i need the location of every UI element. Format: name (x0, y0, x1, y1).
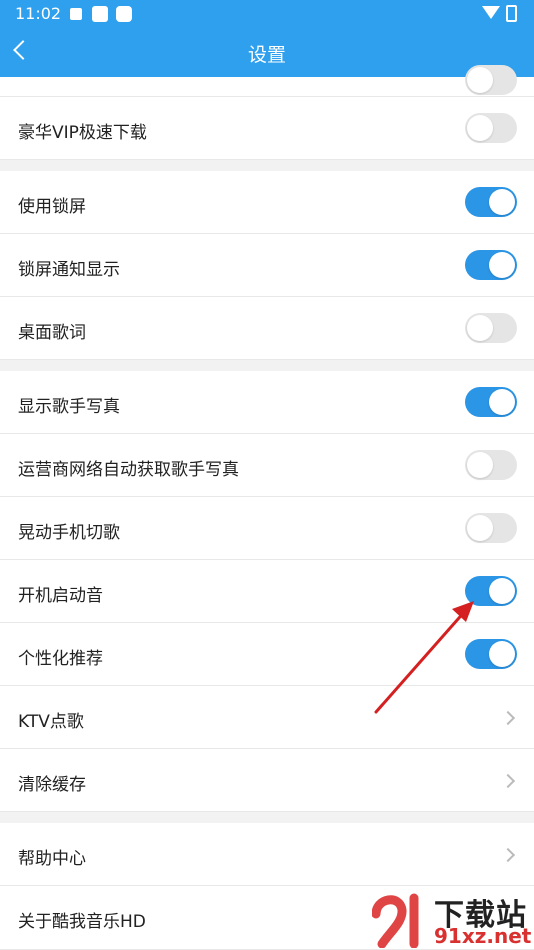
settings-row-lock-notify[interactable]: 锁屏通知显示 (0, 234, 534, 297)
settings-row-boot-sound[interactable]: 开机启动音 (0, 560, 534, 623)
battery-icon (506, 5, 517, 22)
settings-label: 清除缓存 (18, 775, 86, 795)
notification-icon (70, 8, 82, 20)
carrier-photo-toggle[interactable] (465, 450, 517, 480)
settings-label: 使用锁屏 (18, 197, 86, 217)
settings-label: 显示歌手写真 (18, 397, 120, 417)
shake-switch-toggle[interactable] (465, 513, 517, 543)
watermark-logo (372, 893, 419, 948)
notification-icon (92, 6, 108, 22)
settings-label: 开机启动音 (18, 586, 103, 606)
notification-icon (116, 6, 132, 22)
watermark-domain: 91xz.net (434, 924, 532, 948)
title-bar: 设置 (0, 28, 534, 77)
settings-row-help[interactable]: 帮助中心 (0, 823, 534, 886)
settings-label: 晃动手机切歌 (18, 523, 120, 543)
settings-row-carrier-photo[interactable]: 运营商网络自动获取歌手写真 (0, 434, 534, 497)
settings-label: 运营商网络自动获取歌手写真 (18, 460, 239, 480)
status-time: 11:02 (15, 4, 62, 23)
personalized-toggle[interactable] (465, 639, 517, 669)
settings-label: 桌面歌词 (18, 323, 86, 343)
settings-row-shake-switch[interactable]: 晃动手机切歌 (0, 497, 534, 560)
settings-label: 帮助中心 (18, 849, 86, 869)
settings-label: 豪华VIP极速下载 (18, 123, 147, 143)
settings-label: 锁屏通知显示 (18, 260, 120, 280)
chevron-right-icon (500, 710, 516, 726)
singer-photo-toggle[interactable] (465, 387, 517, 417)
settings-row-ktv[interactable]: KTV点歌 (0, 686, 534, 749)
settings-row-partial (0, 65, 534, 97)
settings-row-vip-download[interactable]: 豪华VIP极速下载 (0, 97, 534, 160)
watermark: 下载站 91xz.net (372, 890, 534, 950)
settings-row-personalized[interactable]: 个性化推荐 (0, 623, 534, 686)
boot-sound-toggle[interactable] (465, 576, 517, 606)
settings-row-singer-photo[interactable]: 显示歌手写真 (0, 371, 534, 434)
toggle-switch[interactable] (465, 65, 517, 95)
settings-row-lock-screen[interactable]: 使用锁屏 (0, 171, 534, 234)
vip-download-toggle[interactable] (465, 113, 517, 143)
settings-label: KTV点歌 (18, 712, 84, 732)
page-title: 设置 (247, 44, 286, 66)
lock-notify-toggle[interactable] (465, 250, 517, 280)
status-bar: 11:02 (0, 0, 534, 28)
lock-screen-toggle[interactable] (465, 187, 517, 217)
settings-label: 个性化推荐 (18, 649, 103, 669)
settings-row-clear-cache[interactable]: 清除缓存 (0, 749, 534, 812)
settings-row-desktop-lyrics[interactable]: 桌面歌词 (0, 297, 534, 360)
settings-label: 关于酷我音乐HD (18, 912, 146, 932)
chevron-right-icon (500, 773, 516, 789)
desktop-lyrics-toggle[interactable] (465, 313, 517, 343)
chevron-right-icon (500, 847, 516, 863)
wifi-icon (482, 6, 500, 19)
